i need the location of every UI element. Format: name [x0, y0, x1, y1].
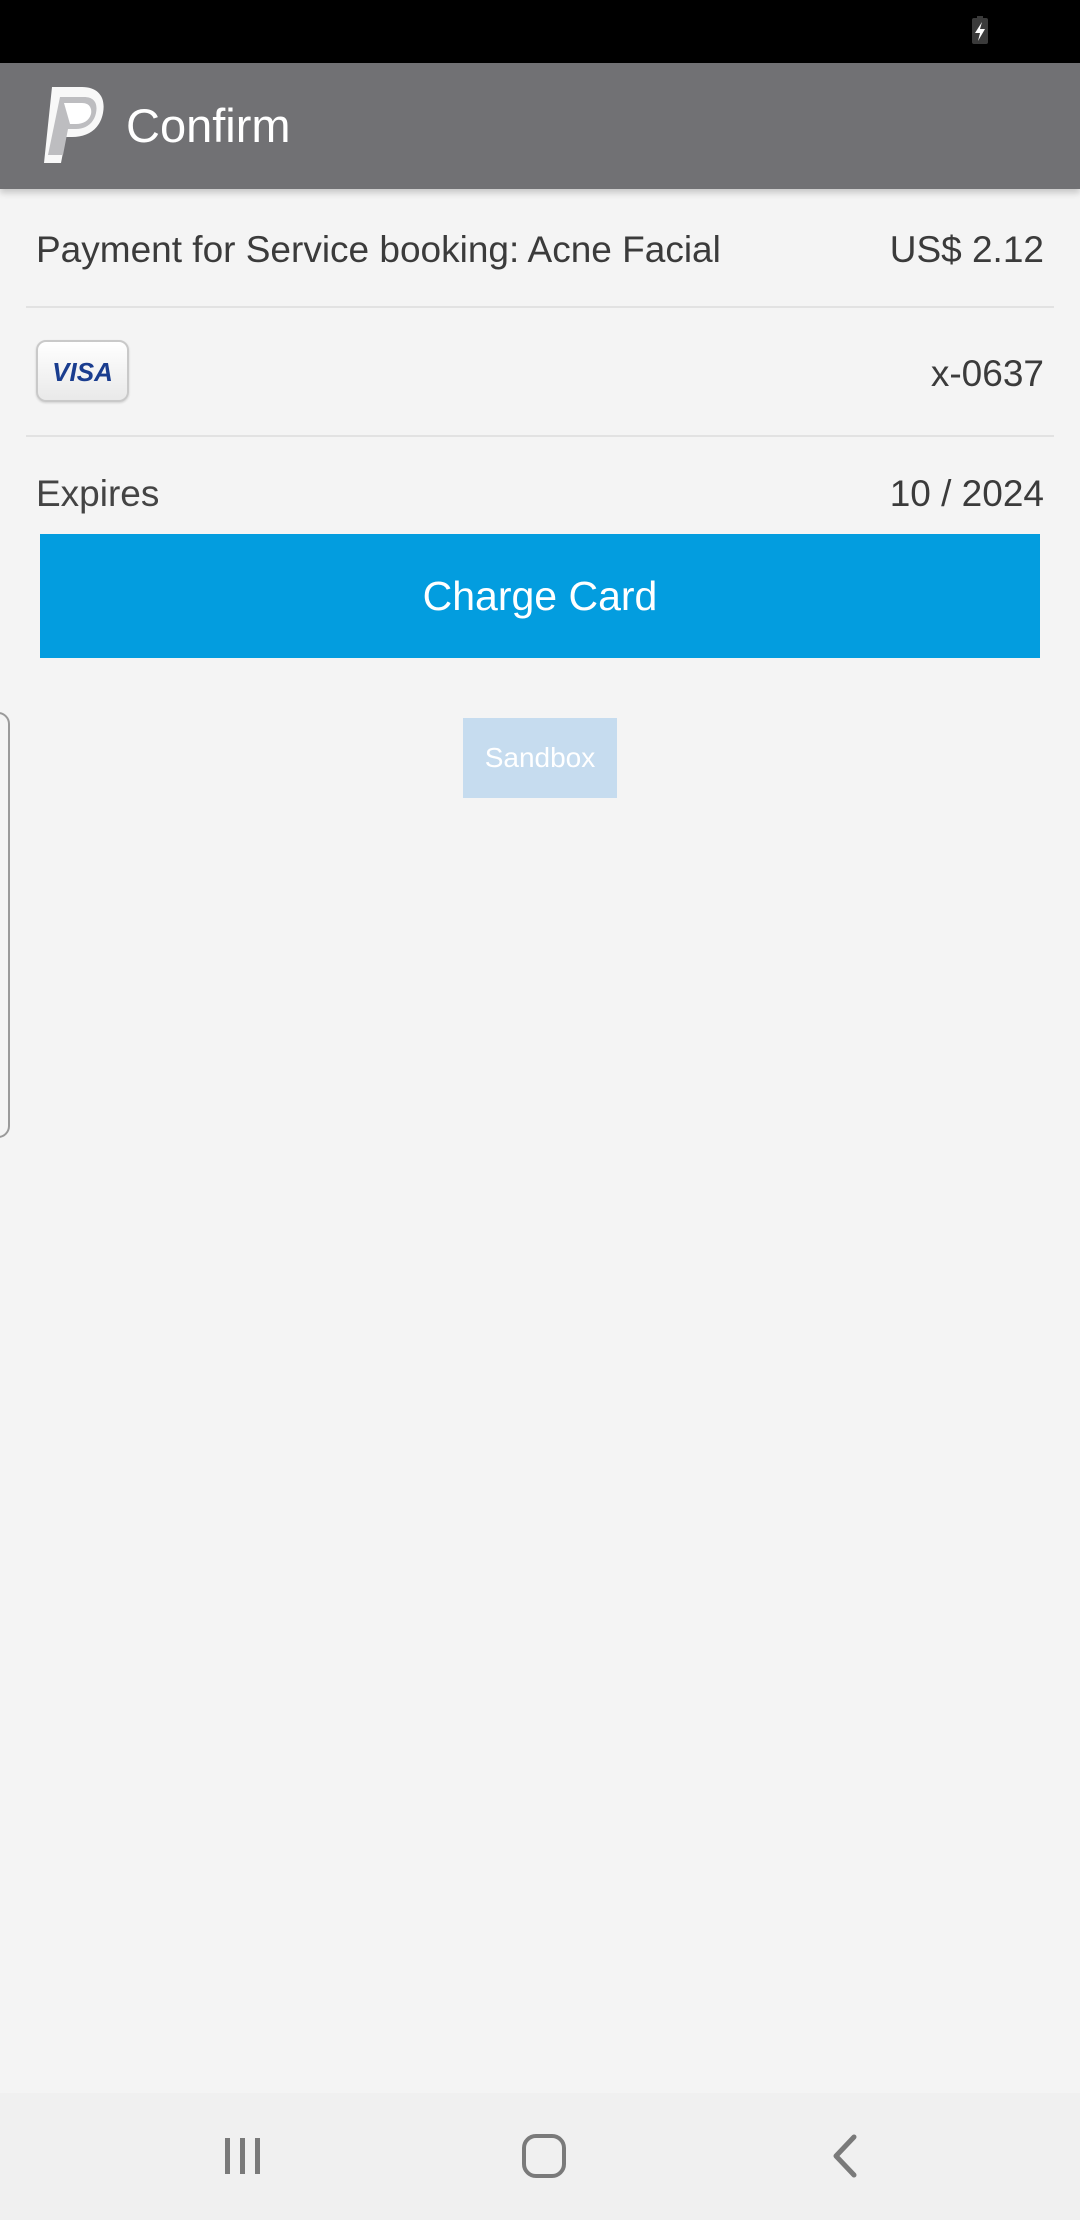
back-button[interactable] [806, 2121, 886, 2191]
edge-panel-handle[interactable] [0, 712, 10, 1138]
sandbox-badge: Sandbox [463, 718, 617, 798]
expiry-row: Expires 10 / 2024 [26, 472, 1054, 520]
payment-amount: US$ 2.12 [889, 229, 1044, 270]
paypal-logo-icon [44, 87, 104, 163]
page-title: Confirm [126, 99, 291, 152]
recent-apps-button[interactable] [203, 2121, 283, 2191]
card-brand-label: VISA [52, 357, 113, 387]
divider [26, 435, 1054, 437]
battery-charging-icon [972, 16, 988, 44]
payment-description: Payment for Service booking: Acne Facial [36, 229, 721, 270]
home-icon [522, 2134, 566, 2178]
app-bar: Confirm [0, 63, 1080, 189]
back-icon [833, 2134, 857, 2178]
home-button[interactable] [504, 2121, 584, 2191]
visa-card-icon: VISA [36, 340, 129, 402]
expires-label: Expires [36, 473, 160, 514]
card-row: VISA x-0637 [26, 340, 1054, 404]
navigation-bar [0, 2093, 1080, 2220]
status-bar [0, 0, 1080, 63]
expires-value: 10 / 2024 [889, 473, 1044, 514]
charge-card-button[interactable]: Charge Card [40, 534, 1040, 658]
card-number: x-0637 [930, 353, 1044, 394]
divider [26, 306, 1054, 308]
recent-apps-icon [225, 2138, 260, 2174]
payment-row: Payment for Service booking: Acne Facial… [26, 228, 1054, 276]
